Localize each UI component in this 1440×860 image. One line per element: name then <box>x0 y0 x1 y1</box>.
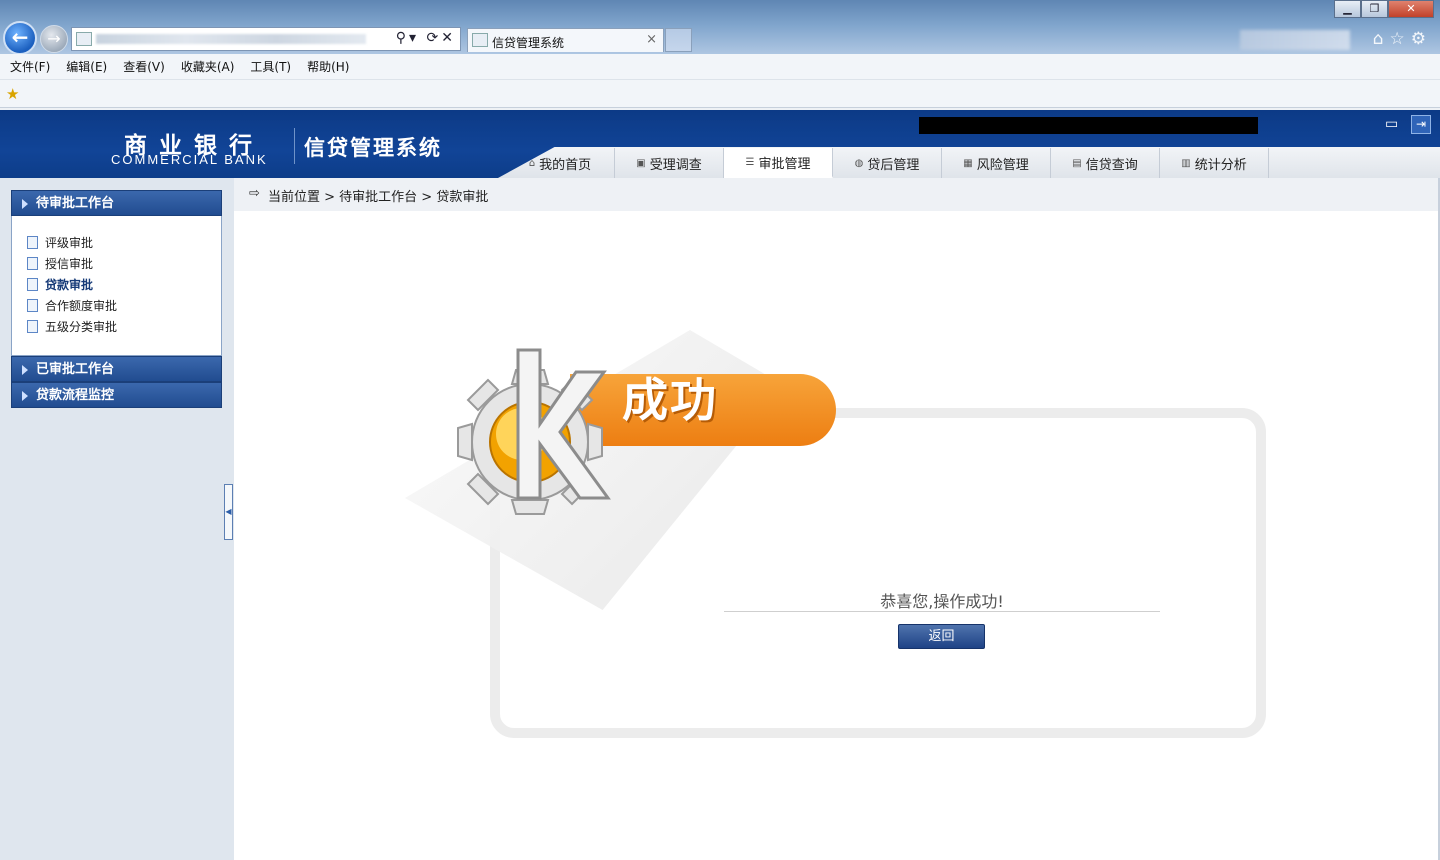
sidebar-item-loan-approval[interactable]: 贷款审批 <box>27 276 93 294</box>
redacted-user-info <box>919 117 1258 134</box>
browser-tab[interactable]: 信贷管理系统 × <box>467 28 664 52</box>
new-tab-button[interactable] <box>665 28 692 52</box>
menu-bar: 文件(F) 编辑(E) 查看(V) 收藏夹(A) 工具(T) 帮助(H) <box>0 54 1440 80</box>
tab-close-icon[interactable]: × <box>646 32 657 47</box>
address-tools-icons[interactable]: ⚲▾ ⟳✕ <box>396 30 456 46</box>
sidebar-item-label: 合作额度审批 <box>45 299 118 313</box>
menu-view[interactable]: 查看(V) <box>123 58 165 75</box>
postloan-icon: ◍ <box>854 157 864 169</box>
close-window-button[interactable]: ✕ <box>1388 0 1434 18</box>
panel-approved[interactable]: 已审批工作台 <box>11 356 222 382</box>
favorites-star-icon[interactable]: ★ <box>6 85 19 103</box>
sidebar-item-label: 贷款审批 <box>45 278 94 292</box>
document-icon <box>27 278 38 291</box>
logout-icon[interactable]: ⇥ <box>1411 115 1431 134</box>
survey-icon: ▣ <box>636 157 646 169</box>
address-bar[interactable]: ⚲▾ ⟳✕ <box>71 27 461 51</box>
brand-divider <box>294 128 295 164</box>
sidebar-item-label: 授信审批 <box>45 257 94 271</box>
tab-title: 信贷管理系统 <box>492 36 565 50</box>
monitor-icon[interactable]: ▭ <box>1385 116 1403 132</box>
forward-arrow-icon[interactable]: → <box>40 25 68 53</box>
sidebar-item-label: 评级审批 <box>45 236 94 250</box>
query-icon: ▤ <box>1072 157 1082 169</box>
tab-label: 信贷查询 <box>1085 157 1138 173</box>
sidebar-item-rating-approval[interactable]: 评级审批 <box>27 234 93 252</box>
tab-approval[interactable]: ☰ 审批管理 <box>724 148 833 178</box>
search-box-blurred[interactable] <box>1240 30 1350 50</box>
panel-loan-monitor[interactable]: 贷款流程监控 <box>11 382 222 408</box>
minimize-button[interactable]: ▁ <box>1334 0 1361 18</box>
tab-favicon-icon <box>472 33 488 47</box>
document-icon <box>27 299 38 312</box>
breadcrumb: 当前位置 > 待审批工作台 > 贷款审批 <box>268 190 489 205</box>
success-message: 恭喜您,操作成功! <box>724 588 1160 612</box>
tab-label: 贷后管理 <box>867 157 920 173</box>
menu-favorites[interactable]: 收藏夹(A) <box>181 58 235 75</box>
stats-icon: ▥ <box>1181 157 1191 169</box>
sidebar-item-credit-approval[interactable]: 授信审批 <box>27 255 93 273</box>
tab-survey[interactable]: ▣ 受理调查 <box>615 148 724 178</box>
tab-label: 受理调查 <box>649 157 702 173</box>
back-arrow-icon[interactable]: ← <box>3 21 37 55</box>
window-controls: ▁ ❐ ✕ <box>1334 0 1434 19</box>
tab-home[interactable]: ⌂ 我的首页 <box>506 148 615 178</box>
page-favicon-icon <box>76 32 92 46</box>
kde-gear-logo-icon <box>457 348 611 515</box>
tab-stats[interactable]: ▥ 统计分析 <box>1160 148 1269 178</box>
success-title: 成功 <box>622 373 718 427</box>
home-favorites-settings-icons[interactable]: ⌂☆⚙ <box>1373 29 1432 49</box>
tab-label: 风险管理 <box>976 157 1029 173</box>
sidebar-item-five-level[interactable]: 五级分类审批 <box>27 318 117 336</box>
panel-pending-body: 评级审批 授信审批 贷款审批 合作额度审批 五级分类审批 <box>11 216 222 356</box>
panel-pending-approval[interactable]: 待审批工作台 <box>11 190 222 216</box>
main-nav: ⌂ 我的首页 ▣ 受理调查 ☰ 审批管理 ◍ 贷后管理 ▦ 风险管理 ▤ 信贷查询 ▥ 统计分… <box>506 148 1269 178</box>
favorites-bar: ★ <box>0 80 1440 108</box>
menu-edit[interactable]: 编辑(E) <box>66 58 107 75</box>
document-icon <box>27 257 38 270</box>
tab-risk[interactable]: ▦ 风险管理 <box>942 148 1051 178</box>
address-url-blurred <box>96 34 366 44</box>
menu-tools[interactable]: 工具(T) <box>250 58 291 75</box>
bank-name-en: COMMERCIAL BANK <box>111 152 268 167</box>
home-icon: ⌂ <box>528 157 536 169</box>
tab-postloan[interactable]: ◍ 贷后管理 <box>833 148 942 178</box>
document-icon <box>27 320 38 333</box>
tab-label: 统计分析 <box>1194 157 1247 173</box>
sidebar-collapse-handle[interactable]: ◀ <box>224 484 233 540</box>
menu-file[interactable]: 文件(F) <box>10 58 50 75</box>
menu-help[interactable]: 帮助(H) <box>307 58 349 75</box>
document-icon <box>27 236 38 249</box>
back-button[interactable]: 返回 <box>898 624 985 649</box>
maximize-button[interactable]: ❐ <box>1361 0 1388 18</box>
risk-icon: ▦ <box>963 157 973 169</box>
approval-icon: ☰ <box>745 156 755 168</box>
tab-query[interactable]: ▤ 信贷查询 <box>1051 148 1160 178</box>
tab-label: 我的首页 <box>539 157 592 173</box>
sidebar-item-cooperation-quota[interactable]: 合作额度审批 <box>27 297 117 315</box>
system-title: 信贷管理系统 <box>304 136 442 160</box>
location-icon: ⇨ <box>249 186 260 201</box>
sidebar-item-label: 五级分类审批 <box>45 320 118 334</box>
tab-label: 审批管理 <box>758 156 811 172</box>
